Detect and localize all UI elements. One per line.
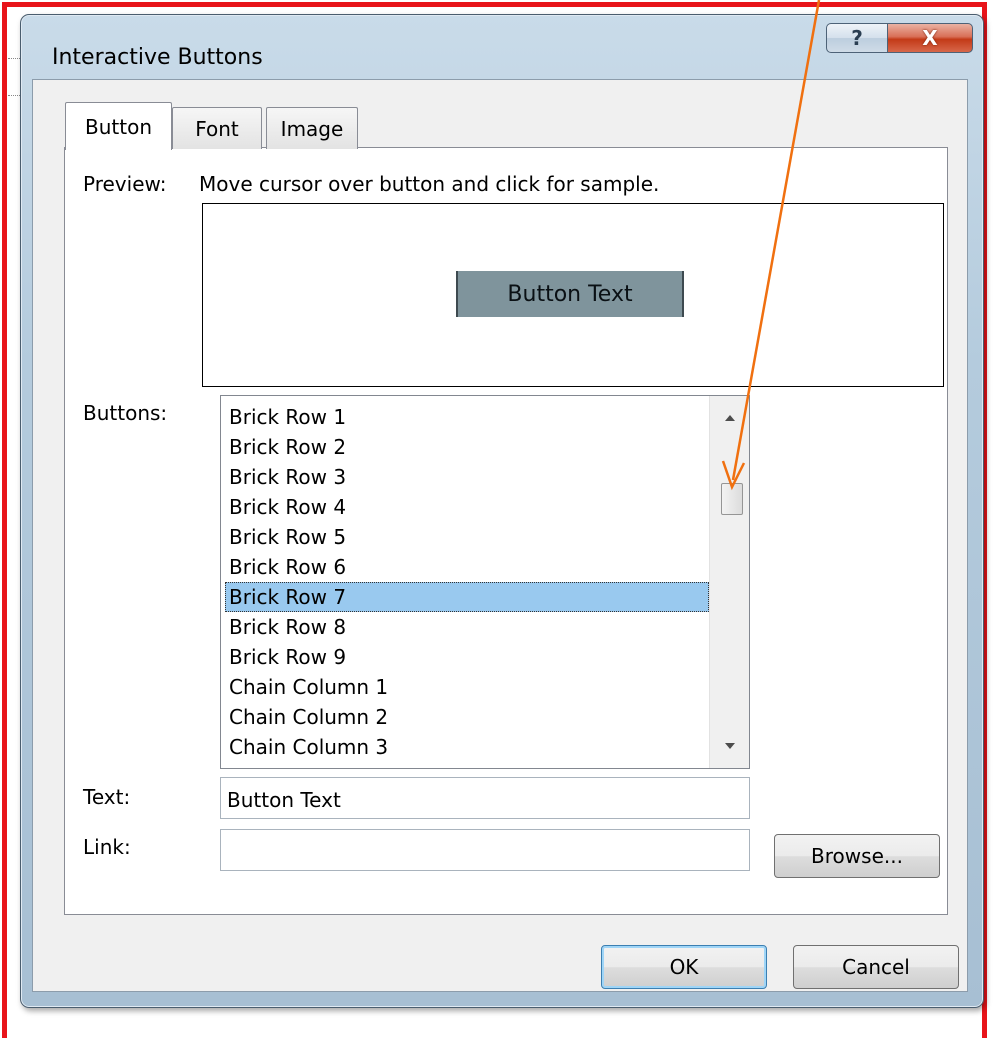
- browse-button[interactable]: Browse...: [774, 834, 940, 878]
- list-item[interactable]: Brick Row 4: [225, 492, 709, 522]
- list-item[interactable]: Chain Column 2: [225, 702, 709, 732]
- buttons-list: Brick Row 1 Brick Row 2 Brick Row 3 Bric…: [225, 402, 709, 768]
- buttons-label: Buttons:: [83, 401, 168, 425]
- preview-label: Preview:: [83, 172, 167, 196]
- link-field[interactable]: [220, 829, 750, 871]
- help-icon: ?: [851, 26, 863, 50]
- tab-button-label: Button: [85, 114, 152, 139]
- list-item[interactable]: Brick Row 9: [225, 642, 709, 672]
- list-item[interactable]: Brick Row 1: [225, 402, 709, 432]
- link-label: Link:: [83, 835, 131, 859]
- scroll-down-button[interactable]: [710, 728, 749, 764]
- close-button[interactable]: X: [887, 23, 973, 53]
- tab-font-label: Font: [195, 116, 239, 141]
- scroll-up-button[interactable]: [710, 400, 749, 436]
- list-item-selected[interactable]: Brick Row 7: [225, 582, 709, 612]
- buttons-listbox[interactable]: Brick Row 1 Brick Row 2 Brick Row 3 Bric…: [220, 395, 750, 769]
- dialog-title: Interactive Buttons: [52, 45, 263, 70]
- list-item[interactable]: Chain Column 1: [225, 672, 709, 702]
- list-item[interactable]: Brick Row 8: [225, 612, 709, 642]
- ok-button[interactable]: OK: [601, 945, 767, 989]
- scroll-thumb[interactable]: [721, 483, 743, 515]
- scroll-up-arrow-icon: [725, 415, 735, 421]
- text-field[interactable]: Button Text: [220, 777, 750, 819]
- sample-button[interactable]: Button Text: [456, 271, 684, 317]
- list-item[interactable]: [225, 762, 709, 768]
- list-item[interactable]: Chain Column 3: [225, 732, 709, 762]
- cancel-button[interactable]: Cancel: [793, 945, 959, 989]
- scroll-down-arrow-icon: [725, 743, 735, 749]
- list-scrollbar[interactable]: [709, 396, 749, 768]
- text-label: Text:: [83, 785, 131, 809]
- tab-font[interactable]: Font: [172, 107, 262, 149]
- list-item[interactable]: Brick Row 6: [225, 552, 709, 582]
- tab-image[interactable]: Image: [266, 107, 358, 149]
- help-button[interactable]: ?: [826, 23, 888, 53]
- close-icon: X: [922, 26, 938, 50]
- list-item[interactable]: Brick Row 3: [225, 462, 709, 492]
- tab-button[interactable]: Button: [65, 102, 172, 150]
- list-item[interactable]: Brick Row 5: [225, 522, 709, 552]
- tab-image-label: Image: [280, 116, 344, 141]
- preview-hint: Move cursor over button and click for sa…: [199, 172, 660, 196]
- list-item[interactable]: Brick Row 2: [225, 432, 709, 462]
